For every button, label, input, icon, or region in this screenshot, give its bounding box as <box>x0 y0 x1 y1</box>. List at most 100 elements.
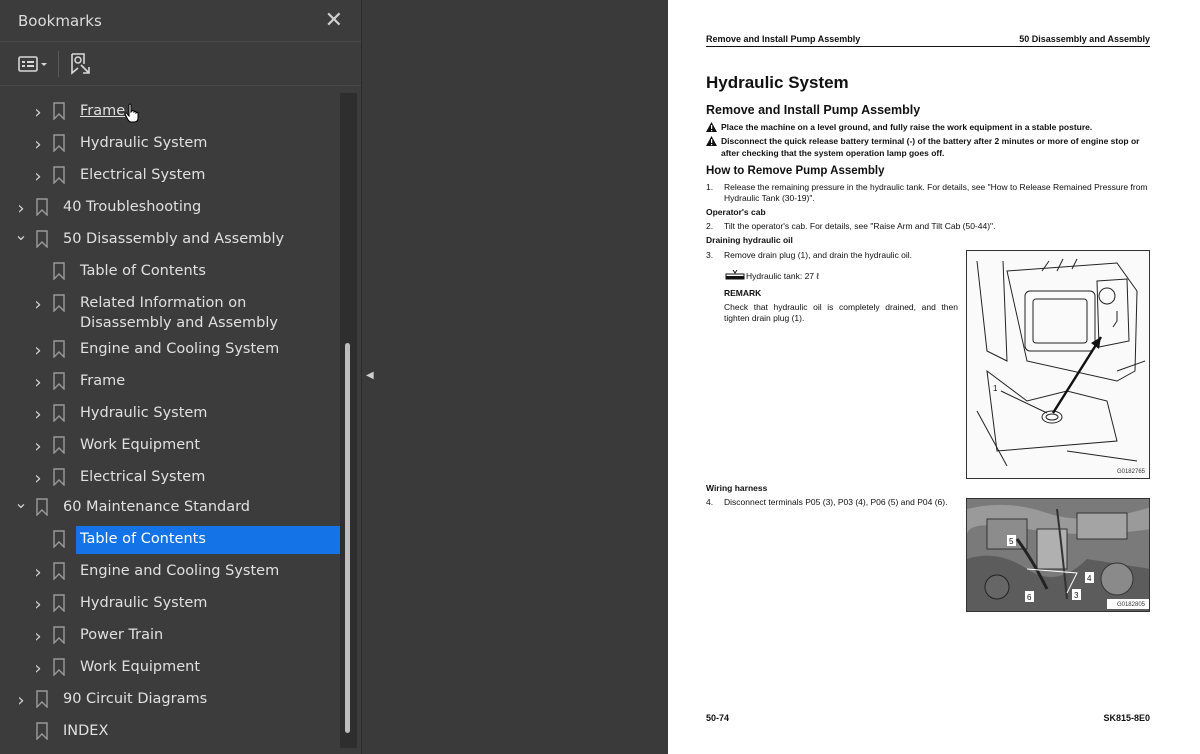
toolbar-divider <box>58 50 59 77</box>
bookmark-icon <box>36 230 48 248</box>
drain-plug-illustration: 1 <box>976 258 1146 467</box>
chevron-right-icon[interactable]: › <box>31 404 45 425</box>
chevron-right-icon[interactable]: › <box>31 562 45 583</box>
bookmark-item-frame[interactable]: › Frame <box>0 368 340 398</box>
bookmark-item-engine-and-cooling-system[interactable]: › Engine and Cooling System <box>0 558 340 588</box>
bookmark-icon <box>53 166 65 184</box>
bookmark-item-related-information-on-disassembly-and-assembly[interactable]: › Related Information on Disassembly and … <box>0 290 340 336</box>
tank-capacity-text: Hydraulic tank: 27 ℓ <box>746 270 820 281</box>
chevron-right-icon[interactable]: › <box>31 102 45 123</box>
bookmark-item-frame[interactable]: › Frame <box>0 98 340 128</box>
scrollbar-thumb[interactable] <box>345 343 350 733</box>
chevron-right-icon[interactable]: › <box>31 340 45 361</box>
bookmark-label[interactable]: Table of Contents <box>76 526 340 554</box>
bookmark-label[interactable]: Work Equipment <box>80 435 200 455</box>
bookmark-item-60-maintenance-standard[interactable]: ⌄ 60 Maintenance Standard <box>0 493 340 524</box>
chevron-right-icon[interactable]: › <box>31 166 45 187</box>
bookmark-item-hydraulic-system[interactable]: › Hydraulic System <box>0 130 340 160</box>
bookmark-label[interactable]: Hydraulic System <box>80 593 207 613</box>
remark-title: REMARK <box>724 288 762 298</box>
bookmark-label[interactable]: Engine and Cooling System <box>80 561 279 581</box>
step-number: 3. <box>706 250 714 260</box>
close-icon[interactable]: ✕ <box>325 9 343 32</box>
bookmark-label[interactable]: 90 Circuit Diagrams <box>63 689 207 709</box>
bookmark-label[interactable]: Electrical System <box>80 165 205 185</box>
bookmark-item-table-of-contents[interactable]: Table of Contents <box>0 526 340 556</box>
bookmark-item-90-circuit-diagrams[interactable]: › 90 Circuit Diagrams <box>0 686 340 716</box>
bookmark-label[interactable]: 40 Troubleshooting <box>63 197 201 217</box>
step-text: Release the remaining pressure in the hy… <box>724 182 1148 203</box>
bookmark-label[interactable]: Frame <box>80 101 125 121</box>
options-menu-button[interactable] <box>18 54 48 74</box>
bookmark-item-50-disassembly-and-assembly[interactable]: ⌄ 50 Disassembly and Assembly <box>0 225 340 256</box>
bookmark-label[interactable]: Related Information on Disassembly and A… <box>80 293 330 333</box>
chevron-down-icon[interactable]: ⌄ <box>14 493 28 512</box>
bookmark-label[interactable]: Work Equipment <box>80 657 200 677</box>
bookmark-label[interactable]: 50 Disassembly and Assembly <box>63 229 284 249</box>
chevron-down-icon[interactable]: ⌄ <box>14 225 28 244</box>
bookmark-tree: › Frame › Hydraulic System › Electrical Syste… <box>0 93 340 754</box>
oil-tank-icon <box>725 270 745 280</box>
bookmark-icon <box>53 294 65 312</box>
chevron-right-icon[interactable]: › <box>14 690 28 711</box>
chevron-right-icon[interactable]: › <box>31 294 45 315</box>
bookmark-label[interactable]: Power Train <box>80 625 163 645</box>
chevron-right-icon[interactable]: › <box>31 594 45 615</box>
figure-wiring-harness: 5 4 6 3 G0182805 <box>966 498 1150 612</box>
fig2-callout: 5 <box>1009 537 1014 546</box>
bookmark-icon <box>53 562 65 580</box>
bookmark-toolbar <box>0 42 361 86</box>
collapse-panel-arrow-icon[interactable]: ◀ <box>366 370 378 384</box>
warning-icon <box>706 136 717 146</box>
doc-subtitle: Remove and Install Pump Assembly <box>706 103 921 117</box>
bookmark-icon <box>53 468 65 486</box>
bookmark-item-table-of-contents[interactable]: Table of Contents <box>0 258 340 288</box>
bookmark-icon <box>53 372 65 390</box>
bookmark-label[interactable]: Hydraulic System <box>80 133 207 153</box>
bookmark-icon <box>53 340 65 358</box>
bookmark-label[interactable]: Table of Contents <box>80 261 206 281</box>
chevron-right-icon[interactable]: › <box>31 436 45 457</box>
bookmark-item-hydraulic-system[interactable]: › Hydraulic System <box>0 400 340 430</box>
bookmark-label[interactable]: Frame <box>80 371 125 391</box>
bookmark-icon <box>53 594 65 612</box>
bookmark-icon <box>53 658 65 676</box>
fig2-callout: 6 <box>1027 593 1032 602</box>
warning-1: Place the machine on a level ground, and… <box>706 121 1150 133</box>
step-1: 1. Release the remaining pressure in the… <box>706 182 1150 204</box>
tank-capacity: Hydraulic tank: 27 ℓ <box>724 270 819 282</box>
step-text: Remove drain plug (1), and drain the hyd… <box>724 250 913 260</box>
step-number: 2. <box>706 221 714 231</box>
bookmark-item-electrical-system[interactable]: › Electrical System <box>0 162 340 192</box>
find-bookmark-button[interactable] <box>69 52 91 76</box>
doc-title: Hydraulic System <box>706 73 849 92</box>
bookmark-item-40-troubleshooting[interactable]: › 40 Troubleshooting <box>0 194 340 224</box>
model-code: SK815-8E0 <box>1103 713 1150 723</box>
header-right: 50 Disassembly and Assembly <box>1019 34 1150 44</box>
bookmark-label[interactable]: Engine and Cooling System <box>80 339 279 359</box>
step-number: 4. <box>706 497 714 507</box>
bookmark-item-work-equipment[interactable]: › Work Equipment <box>0 432 340 462</box>
chevron-right-icon[interactable]: › <box>31 372 45 393</box>
bookmark-item-power-train[interactable]: › Power Train <box>0 622 340 652</box>
bookmark-item-hydraulic-system[interactable]: › Hydraulic System <box>0 590 340 620</box>
panel-header: Bookmarks ✕ <box>0 0 361 42</box>
chevron-right-icon[interactable]: › <box>31 658 45 679</box>
panel-title: Bookmarks <box>18 11 102 30</box>
chevron-right-icon[interactable]: › <box>14 198 28 219</box>
chevron-right-icon[interactable]: › <box>31 134 45 155</box>
tree-scrollbar[interactable] <box>340 93 357 748</box>
bookmark-label[interactable]: INDEX <box>63 721 108 741</box>
bookmark-item-electrical-system[interactable]: › Electrical System <box>0 464 340 494</box>
bookmark-item-work-equipment[interactable]: › Work Equipment <box>0 654 340 684</box>
warning-1-text: Place the machine on a level ground, and… <box>721 122 1093 132</box>
bookmark-item-index[interactable]: INDEX <box>0 718 340 748</box>
chevron-right-icon[interactable]: › <box>31 468 45 489</box>
bookmark-label[interactable]: Hydraulic System <box>80 403 207 423</box>
bookmark-icon <box>53 102 65 120</box>
bookmark-label[interactable]: Electrical System <box>80 467 205 487</box>
section-heading: How to Remove Pump Assembly <box>706 165 885 177</box>
bookmark-item-engine-and-cooling-system[interactable]: › Engine and Cooling System <box>0 336 340 366</box>
bookmark-label[interactable]: 60 Maintenance Standard <box>63 497 250 517</box>
chevron-right-icon[interactable]: › <box>31 626 45 647</box>
